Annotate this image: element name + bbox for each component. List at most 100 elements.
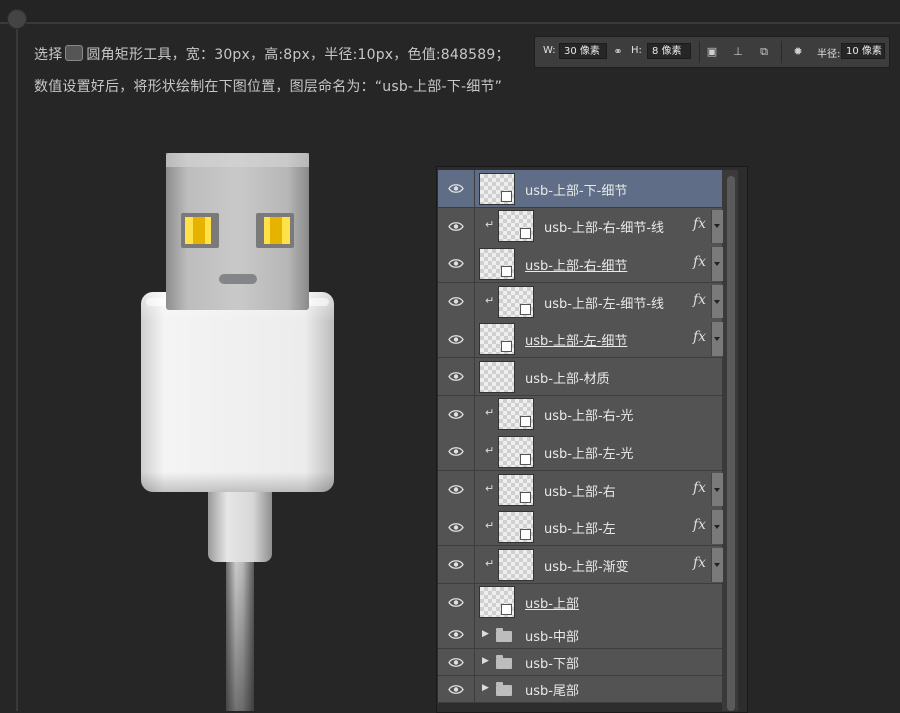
- expand-triangle-icon[interactable]: ▶: [482, 656, 489, 666]
- eye-icon[interactable]: [444, 517, 468, 537]
- eye-icon-glyph: [448, 184, 464, 194]
- eye-icon[interactable]: [444, 216, 468, 236]
- link-icon[interactable]: ⚭: [611, 45, 625, 58]
- layer-row[interactable]: ↵ usb-上部-右 fx: [438, 470, 723, 509]
- layer-name[interactable]: usb-上部-渐变: [544, 556, 629, 575]
- eye-icon[interactable]: [444, 404, 468, 424]
- eye-icon[interactable]: [444, 555, 468, 575]
- scrollbar-thumb[interactable]: [727, 176, 735, 711]
- layer-effects-icon[interactable]: fx: [693, 555, 706, 571]
- gear-icon[interactable]: ✹: [791, 45, 805, 58]
- layer-effects-icon[interactable]: fx: [693, 517, 706, 533]
- eye-icon[interactable]: [444, 179, 468, 199]
- layer-row[interactable]: ↵ usb-上部-渐变 fx: [438, 546, 723, 584]
- layer-name[interactable]: usb-上部-右: [544, 481, 616, 500]
- divider: [474, 433, 475, 471]
- expand-triangle-icon[interactable]: ▶: [482, 629, 489, 639]
- eye-icon[interactable]: [444, 367, 468, 387]
- expand-effects-toggle[interactable]: [711, 247, 723, 281]
- layer-name[interactable]: usb-上部: [525, 593, 579, 612]
- expand-effects-toggle[interactable]: [711, 322, 723, 356]
- layer-row[interactable]: ↵ usb-上部-左-光: [438, 433, 722, 472]
- guide-line: [16, 22, 18, 711]
- expand-effects-toggle[interactable]: [711, 548, 723, 582]
- vector-mask-icon: [501, 341, 512, 353]
- layer-effects-icon[interactable]: fx: [693, 480, 706, 496]
- radius-label: 半径:: [817, 49, 841, 60]
- layer-row[interactable]: ↵ usb-上部-左-细节-线 fx: [438, 282, 723, 321]
- vector-mask-icon: [501, 604, 512, 616]
- path-alignment-icon[interactable]: ⊥: [731, 45, 745, 58]
- layer-name[interactable]: usb-上部-左: [544, 518, 616, 537]
- layer-thumbnail: [498, 511, 534, 544]
- layer-row[interactable]: ↵ usb-上部-右-细节-线 fx: [438, 207, 723, 246]
- layer-row[interactable]: usb-上部-右-细节 fx: [438, 245, 723, 284]
- expand-triangle-icon[interactable]: ▶: [482, 683, 489, 693]
- eye-icon[interactable]: [444, 592, 468, 612]
- layer-row[interactable]: usb-上部-左-细节 fx: [438, 320, 723, 359]
- instruction-prefix: 选择: [34, 47, 63, 63]
- width-field[interactable]: 30 像素: [559, 43, 607, 59]
- divider: [474, 320, 475, 358]
- radius-field[interactable]: 10 像素: [841, 43, 885, 59]
- layer-name[interactable]: usb-上部-右-细节: [525, 255, 627, 274]
- height-field[interactable]: 8 像素: [647, 43, 691, 59]
- path-operations-icon[interactable]: ▣: [705, 45, 719, 58]
- layer-name[interactable]: usb-上部-右-光: [544, 405, 633, 424]
- divider: [474, 282, 475, 320]
- layer-name[interactable]: usb-上部-左-细节-线: [544, 293, 664, 312]
- step-marker: [7, 9, 27, 29]
- layer-group-row[interactable]: ▶ usb-中部: [438, 621, 722, 649]
- clipping-mask-icon: ↵: [485, 556, 495, 570]
- eye-icon-glyph: [448, 447, 464, 457]
- clipping-mask-icon: ↵: [485, 218, 495, 232]
- height-label: H:: [631, 45, 642, 56]
- group-name[interactable]: usb-下部: [525, 653, 579, 672]
- eye-icon-glyph: [448, 630, 464, 640]
- layer-effects-icon[interactable]: fx: [693, 329, 706, 345]
- expand-effects-toggle[interactable]: [711, 472, 723, 507]
- eye-icon[interactable]: [444, 679, 468, 699]
- layer-thumbnail: [498, 473, 534, 506]
- layer-row[interactable]: usb-上部-下-细节: [438, 170, 722, 208]
- eye-icon[interactable]: [444, 480, 468, 500]
- layer-thumbnail: [479, 323, 515, 356]
- eye-icon[interactable]: [444, 292, 468, 312]
- layer-row[interactable]: usb-上部-材质: [438, 358, 722, 396]
- folder-icon: [496, 627, 512, 642]
- layer-thumbnail: [498, 548, 534, 581]
- width-label: W:: [543, 45, 556, 56]
- vector-mask-icon: [520, 416, 531, 428]
- layer-name[interactable]: usb-上部-左-光: [544, 443, 633, 462]
- instruction-line-1: 选择 圆角矩形工具，宽：30px，高:8px，半径:10px，色值:848589；: [34, 44, 510, 64]
- group-name[interactable]: usb-尾部: [525, 680, 579, 699]
- layer-thumbnail: [498, 210, 534, 243]
- layer-effects-icon[interactable]: fx: [693, 216, 706, 232]
- top-ruler-bar: [0, 0, 900, 24]
- layer-effects-icon[interactable]: fx: [693, 292, 706, 308]
- eye-icon[interactable]: [444, 625, 468, 645]
- eye-icon[interactable]: [444, 652, 468, 672]
- layer-thumbnail: [479, 586, 515, 619]
- layer-name[interactable]: usb-上部-材质: [525, 368, 610, 387]
- layer-effects-icon[interactable]: fx: [693, 254, 706, 270]
- group-name[interactable]: usb-中部: [525, 626, 579, 645]
- divider: [699, 41, 700, 63]
- expand-effects-toggle[interactable]: [711, 510, 723, 544]
- eye-icon[interactable]: [444, 329, 468, 349]
- expand-effects-toggle[interactable]: [711, 209, 723, 244]
- layer-group-row[interactable]: ▶ usb-尾部: [438, 675, 722, 704]
- eye-icon[interactable]: [444, 442, 468, 462]
- path-arrangement-icon[interactable]: ⧉: [757, 45, 771, 58]
- layer-name[interactable]: usb-上部-左-细节: [525, 330, 627, 349]
- expand-effects-toggle[interactable]: [711, 284, 723, 319]
- layer-row[interactable]: usb-上部: [438, 583, 722, 622]
- layer-group-row[interactable]: ▶ usb-下部: [438, 648, 722, 677]
- layer-name[interactable]: usb-上部-右-细节-线: [544, 217, 664, 236]
- eye-icon[interactable]: [444, 254, 468, 274]
- layer-row[interactable]: ↵ usb-上部-右-光: [438, 395, 722, 434]
- clipping-mask-icon: ↵: [485, 443, 495, 457]
- eye-icon-glyph: [448, 597, 464, 607]
- layer-row[interactable]: ↵ usb-上部-左 fx: [438, 508, 723, 547]
- layer-name[interactable]: usb-上部-下-细节: [525, 180, 627, 199]
